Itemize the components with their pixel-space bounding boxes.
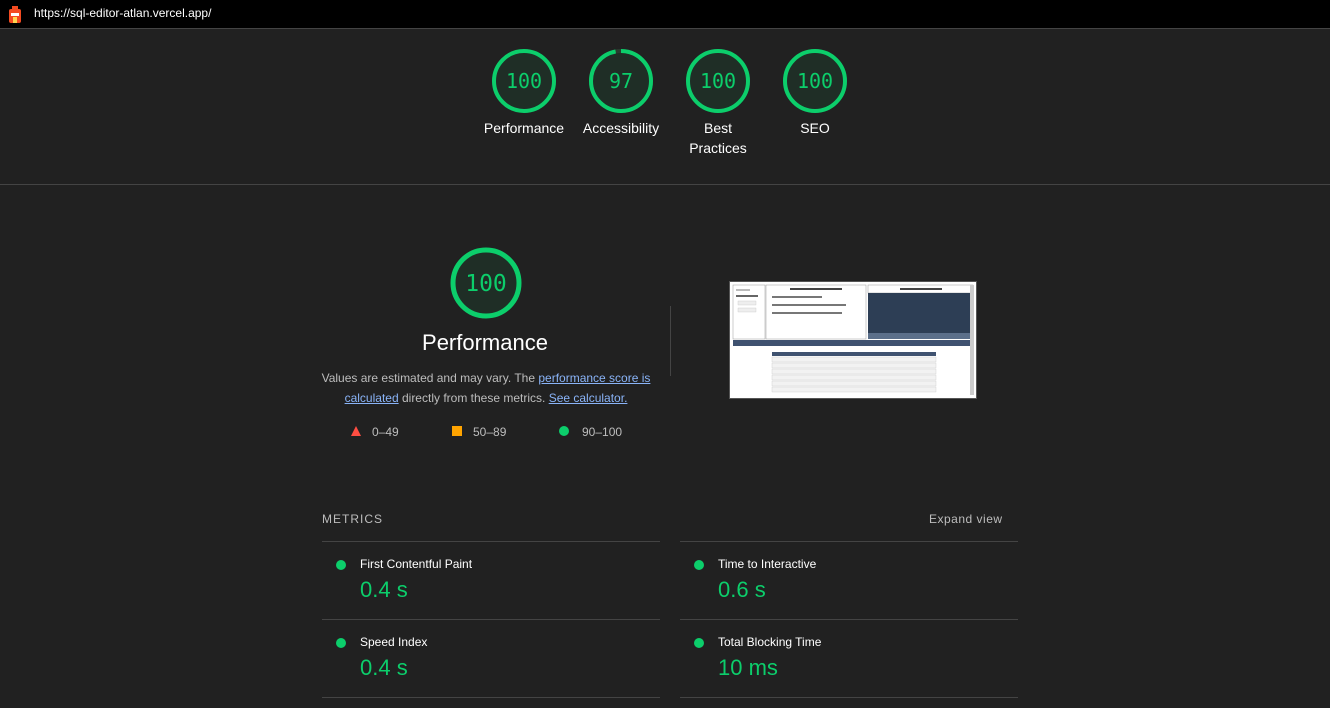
gauge-performance-ring: 100 bbox=[492, 49, 556, 113]
performance-desc-part1: Values are estimated and may vary. The bbox=[321, 371, 539, 385]
pass-circle-icon bbox=[694, 560, 704, 570]
gauge-performance-score: 100 bbox=[506, 69, 542, 93]
vertical-separator bbox=[670, 306, 671, 376]
triangle-icon bbox=[351, 426, 361, 436]
metric-name: Time to Interactive bbox=[718, 557, 817, 571]
gauge-seo-label: SEO bbox=[800, 120, 830, 136]
metric-speed-index: Speed Index 0.4 s bbox=[336, 635, 656, 685]
square-icon bbox=[452, 426, 462, 436]
metric-value: 10 ms bbox=[718, 655, 778, 680]
performance-desc-part2: directly from these metrics. bbox=[398, 391, 549, 405]
final-screenshot-thumbnail[interactable] bbox=[729, 281, 977, 399]
lighthouse-icon bbox=[9, 6, 21, 23]
metric-name: Total Blocking Time bbox=[718, 635, 822, 649]
pass-circle-icon bbox=[336, 638, 346, 648]
legend-average: 50–89 bbox=[451, 425, 506, 439]
metrics-divider bbox=[680, 697, 1018, 698]
pass-circle-icon bbox=[336, 560, 346, 570]
page-url[interactable]: https://sql-editor-atlan.vercel.app/ bbox=[34, 6, 211, 20]
performance-description: Values are estimated and may vary. The p… bbox=[318, 368, 654, 408]
metrics-heading: METRICS bbox=[322, 512, 383, 526]
metric-time-to-interactive: Time to Interactive 0.6 s bbox=[694, 557, 1014, 607]
gauge-accessibility[interactable]: 97 Accessibility bbox=[571, 48, 671, 138]
legend-pass: 90–100 bbox=[558, 425, 622, 439]
gauge-performance-label: Performance bbox=[483, 120, 565, 136]
performance-main-gauge: 100 bbox=[450, 247, 522, 319]
legend-average-range: 50–89 bbox=[473, 425, 507, 439]
legend-fail: 0–49 bbox=[350, 425, 399, 439]
gauge-seo-score: 100 bbox=[797, 69, 833, 93]
expand-view-toggle[interactable]: Expand view bbox=[929, 512, 1003, 526]
gauge-seo-ring: 100 bbox=[783, 49, 847, 113]
header-divider bbox=[0, 184, 1330, 185]
metric-total-blocking-time: Total Blocking Time 10 ms bbox=[694, 635, 1014, 685]
gauge-seo[interactable]: 100 SEO bbox=[765, 48, 865, 138]
metrics-divider bbox=[680, 541, 1018, 542]
see-calculator-link[interactable]: See calculator. bbox=[549, 391, 628, 405]
metric-value: 0.4 s bbox=[360, 577, 408, 602]
metric-name: Speed Index bbox=[360, 635, 428, 649]
circle-icon bbox=[559, 426, 569, 436]
metric-first-contentful-paint: First Contentful Paint 0.4 s bbox=[336, 557, 656, 607]
metric-value: 0.6 s bbox=[718, 577, 766, 602]
gauge-best-practices-label-line1: Best bbox=[703, 120, 732, 136]
gauge-accessibility-label: Accessibility bbox=[582, 120, 660, 136]
metrics-divider bbox=[322, 619, 660, 620]
gauge-accessibility-score: 97 bbox=[609, 69, 633, 93]
metrics-divider bbox=[322, 541, 660, 542]
metrics-divider bbox=[680, 619, 1018, 620]
gauge-best-practices-label: Best Practices bbox=[668, 118, 768, 158]
gauge-best-practices-label-line2: Practices bbox=[689, 140, 747, 156]
screenshot-preview-image bbox=[730, 282, 976, 398]
metric-value: 0.4 s bbox=[360, 655, 408, 680]
pass-circle-icon bbox=[694, 638, 704, 648]
gauge-best-practices-ring: 100 bbox=[686, 49, 750, 113]
metric-name: First Contentful Paint bbox=[360, 557, 473, 571]
gauge-accessibility-ring: 97 bbox=[589, 49, 653, 113]
gauge-best-practices-score: 100 bbox=[700, 69, 736, 93]
performance-main-score: 100 bbox=[465, 271, 507, 297]
legend-pass-range: 90–100 bbox=[582, 425, 623, 439]
url-bar: https://sql-editor-atlan.vercel.app/ bbox=[0, 0, 1330, 29]
performance-title: Performance bbox=[422, 330, 548, 355]
legend-fail-range: 0–49 bbox=[372, 425, 399, 439]
metrics-divider bbox=[322, 697, 660, 698]
gauge-performance[interactable]: 100 Performance bbox=[474, 48, 574, 138]
gauge-best-practices[interactable]: 100 Best Practices bbox=[668, 48, 768, 158]
